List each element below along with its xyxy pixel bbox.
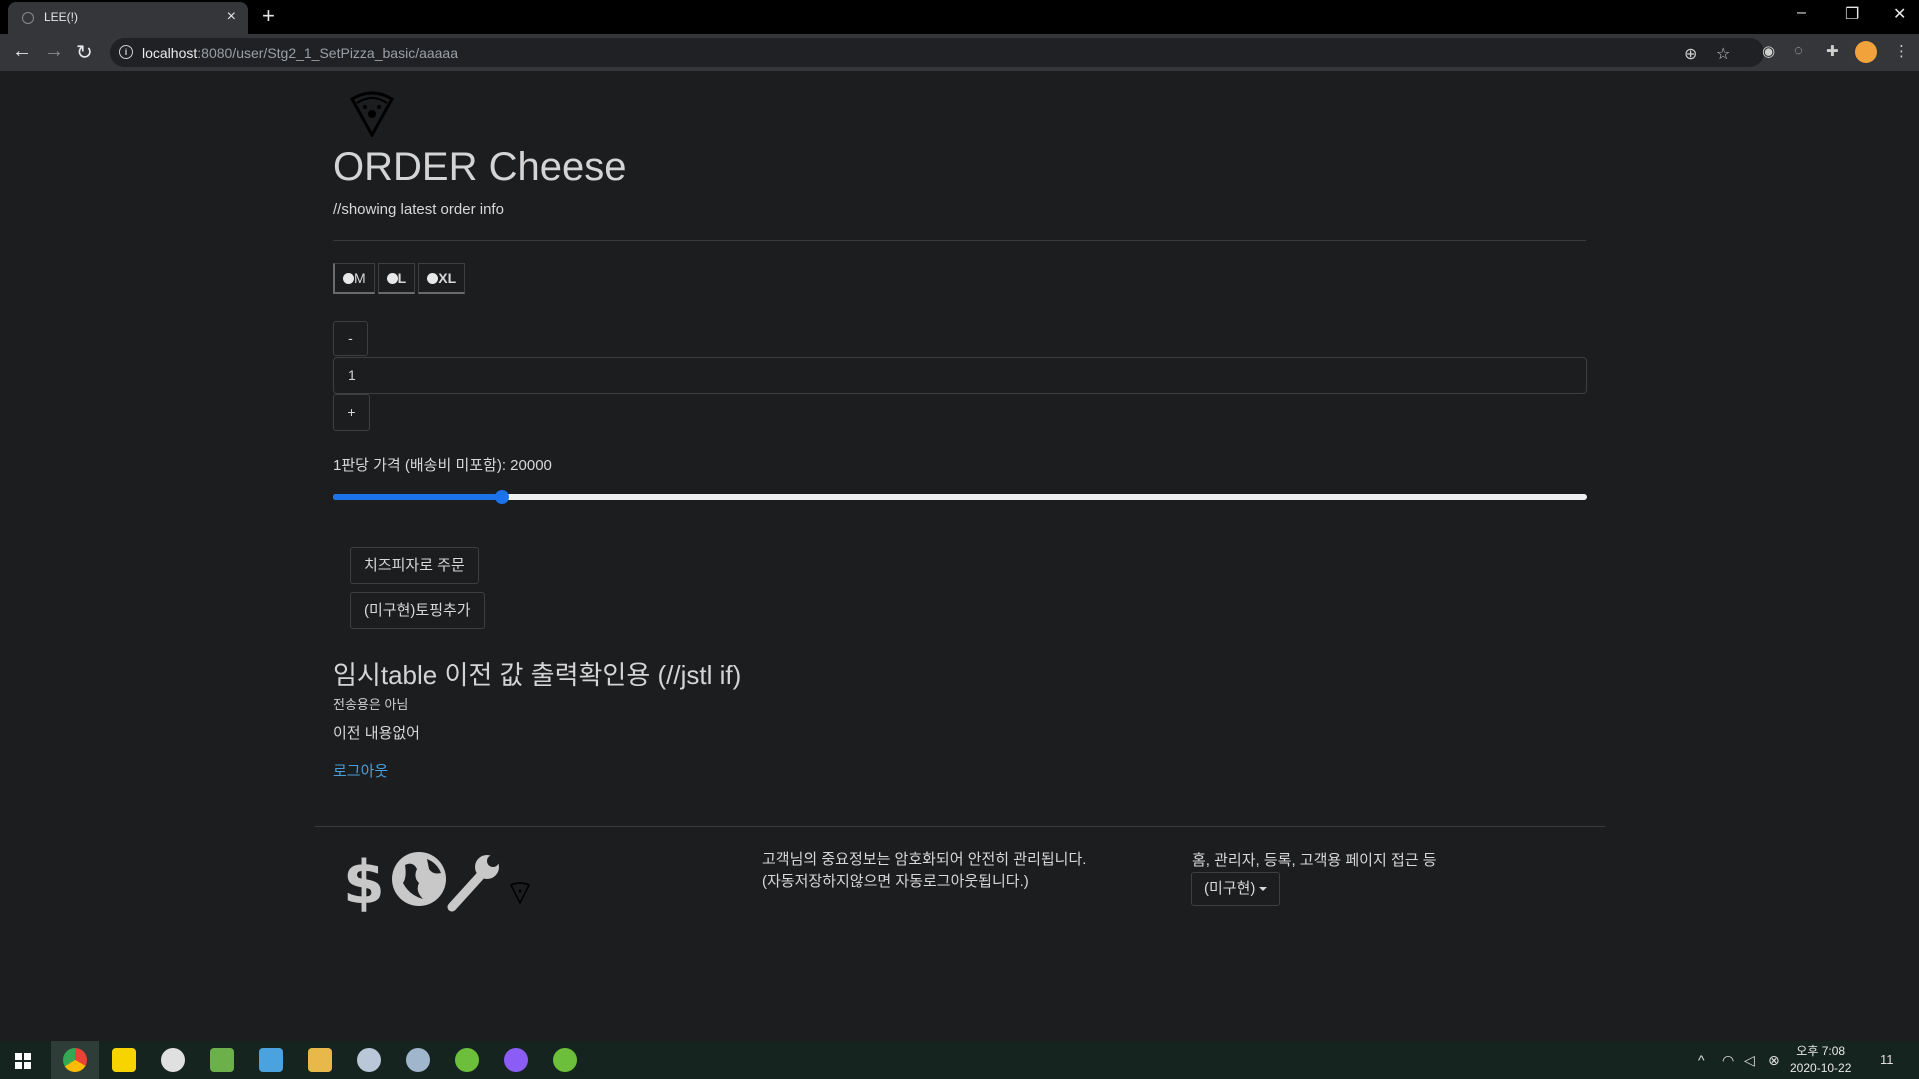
tab-favicon-icon [22, 12, 34, 24]
radio-icon[interactable] [343, 273, 354, 284]
security-line: (자동저장하지않으면 자동로그아웃됩니다.) [762, 873, 1029, 890]
notepad-icon[interactable] [210, 1048, 234, 1072]
footer-dropdown[interactable]: (미구현) [1191, 872, 1281, 906]
slider-fill [333, 494, 503, 500]
footer-nav-text: 홈, 관리자, 등록, 고객용 페이지 접근 등 [1192, 852, 1437, 869]
tray-chevron-up-icon[interactable]: ^ [1698, 1052, 1705, 1068]
clock-date: 2020-10-22 [1790, 1061, 1852, 1075]
windows-start-icon[interactable] [15, 1053, 31, 1069]
add-topping-button[interactable]: (미구현)토핑추가 [350, 592, 485, 629]
security-line: 고객님의 중요정보는 암호화되어 안전히 관리됩니다. [762, 851, 1087, 868]
extension-icon[interactable]: ◉ [1762, 42, 1775, 60]
radio-icon[interactable] [386, 273, 398, 284]
address-bar[interactable]: i localhost:8080/user/Stg2_1_SetPizza_ba… [110, 38, 1764, 67]
browser-tab-bar: LEE(!) × + – ❐ ✕ [0, 0, 1919, 34]
file-explorer-icon[interactable] [308, 1048, 332, 1072]
size-option-xl[interactable]: XL [418, 263, 466, 294]
size-option-l[interactable]: L [377, 263, 416, 294]
bookmark-star-icon[interactable]: ☆ [1716, 44, 1730, 64]
extension-icon[interactable]: ◌ [1794, 42, 1803, 59]
volume-muted-icon[interactable]: ◁ [1744, 1052, 1755, 1069]
security-notice: 고객님의 중요정보는 암호화되어 안전히 관리됩니다. (자동저장하지않으면 자… [762, 849, 1086, 893]
extensions-puzzle-icon[interactable]: ✚ [1826, 42, 1839, 60]
slider-thumb[interactable] [495, 490, 510, 504]
app-icon[interactable] [259, 1048, 283, 1072]
size-selector: M L XL [333, 263, 468, 294]
caret-down-icon [1259, 887, 1268, 892]
price-label: 1판당 가격 (배송비 미포함): 20000 [333, 457, 552, 474]
clock-time: 오후 7:08 [1796, 1044, 1846, 1058]
not-for-send-note: 전송용은 아님 [333, 697, 409, 712]
spring-tool-icon[interactable] [553, 1048, 577, 1072]
forward-arrow-icon[interactable]: → [44, 40, 64, 63]
quantity-minus-button[interactable]: - [333, 321, 368, 356]
order-cheese-button[interactable]: 치즈피자로 주문 [350, 547, 479, 584]
page-content: ORDER Cheese //showing latest order info… [0, 71, 1919, 1041]
close-window-button[interactable]: ✕ [1893, 4, 1906, 24]
minimize-button[interactable]: – [1797, 4, 1806, 22]
site-info-icon[interactable]: i [119, 45, 133, 59]
browser-toolbar: ← → ↻ i localhost:8080/user/Stg2_1_SetPi… [0, 34, 1919, 71]
taskbar-clock[interactable]: 오후 7:08 2020-10-22 [1790, 1043, 1851, 1077]
spring-tool-icon[interactable] [455, 1048, 479, 1072]
new-tab-button[interactable]: + [262, 3, 275, 29]
app-icon[interactable] [504, 1048, 528, 1072]
tab-close-icon[interactable]: × [227, 8, 236, 26]
chrome-icon[interactable] [63, 1048, 87, 1072]
pizza-logo-icon [349, 91, 395, 137]
browser-tab[interactable]: LEE(!) × [8, 2, 248, 34]
url-text: localhost:8080/user/Stg2_1_SetPizza_basi… [142, 45, 459, 61]
svg-text:$: $ [343, 848, 385, 913]
logout-link[interactable]: 로그아웃 [333, 760, 388, 781]
kakaotalk-icon[interactable] [112, 1048, 136, 1072]
app-icon[interactable] [406, 1048, 430, 1072]
slider-track [333, 494, 1587, 500]
notification-count[interactable]: 11 [1880, 1052, 1894, 1067]
price-slider[interactable] [333, 490, 1587, 504]
globe-icon [392, 852, 446, 906]
radio-icon[interactable] [427, 273, 439, 284]
footer-divider [315, 826, 1605, 827]
back-arrow-icon[interactable]: ← [12, 40, 32, 63]
no-previous-text: 이전 내용없어 [333, 725, 420, 742]
windows-taskbar: ^ ◠ ◁ ⊗ 오후 7:08 2020-10-22 11 [0, 1041, 1919, 1079]
hs-app-icon[interactable] [161, 1048, 185, 1072]
app-icon[interactable] [357, 1048, 381, 1072]
wrench-icon [447, 855, 499, 912]
zoom-icon[interactable]: ⊕ [1684, 44, 1697, 64]
network-icon[interactable]: ◠ [1722, 1052, 1734, 1069]
quantity-input[interactable]: 1 [333, 357, 1587, 394]
temp-table-heading: 임시table 이전 값 출력확인용 (//jstl if) [333, 660, 742, 690]
tab-title: LEE(!) [44, 10, 79, 24]
page-subtitle: //showing latest order info [333, 201, 504, 218]
menu-kebab-icon[interactable]: ⋮ [1894, 42, 1909, 60]
page-title: ORDER Cheese [333, 145, 627, 189]
quantity-plus-button[interactable]: + [333, 394, 370, 431]
pizza-icon [509, 882, 531, 905]
divider [333, 240, 1586, 241]
tray-app-icon[interactable]: ⊗ [1768, 1052, 1780, 1069]
footer-icons: $ [343, 847, 543, 918]
reload-icon[interactable]: ↻ [76, 40, 93, 65]
profile-avatar[interactable] [1855, 41, 1877, 63]
dollar-icon: $ [343, 848, 385, 918]
size-option-m[interactable]: M [333, 263, 375, 294]
restore-button[interactable]: ❐ [1845, 4, 1859, 24]
